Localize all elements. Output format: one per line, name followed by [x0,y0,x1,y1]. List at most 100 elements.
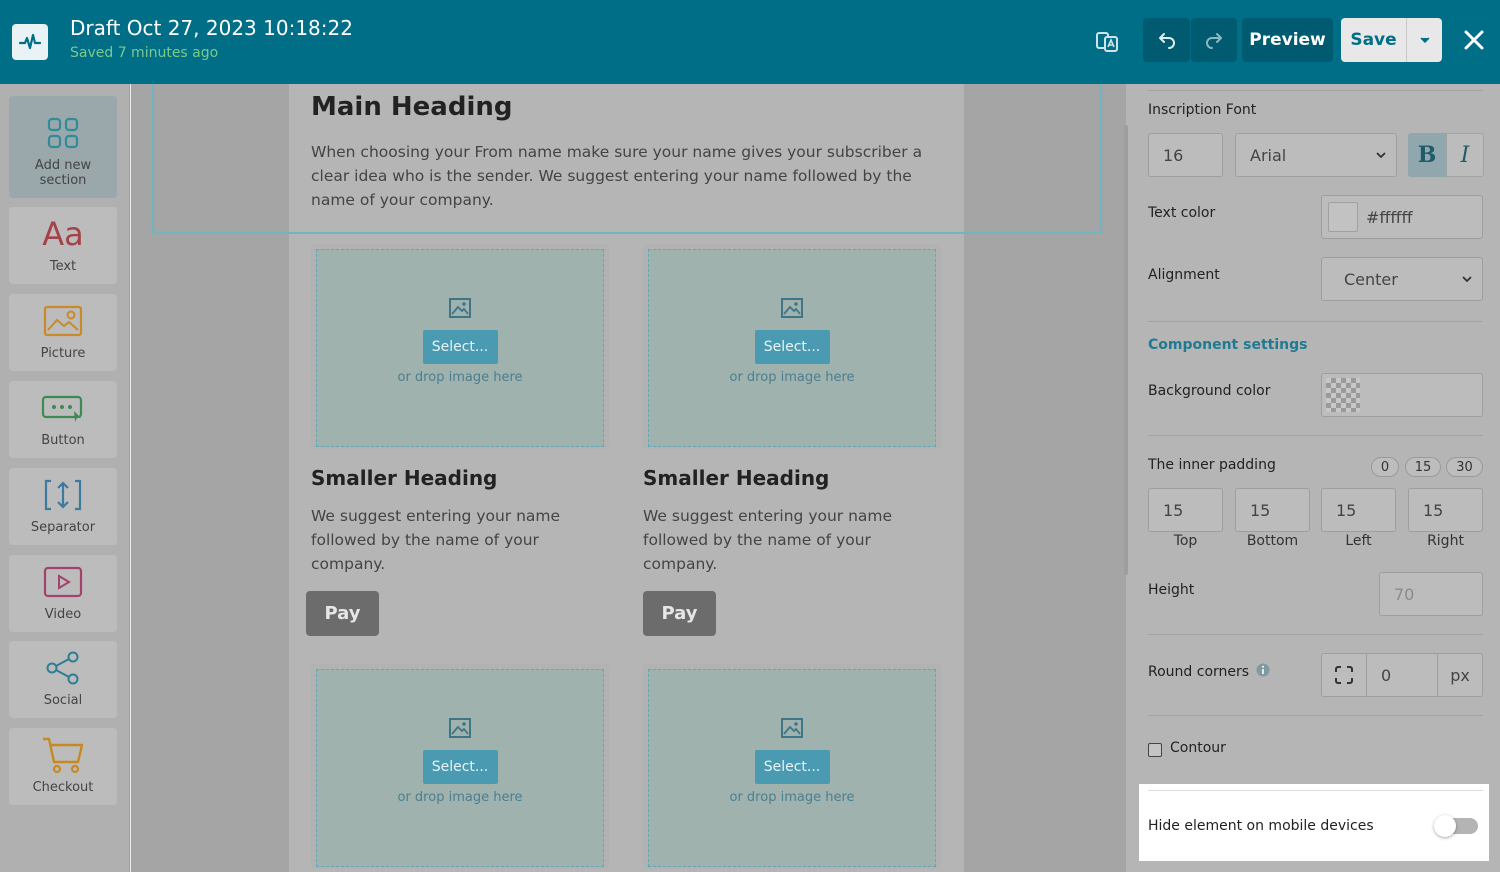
save-button[interactable]: Save [1341,18,1407,62]
image-placeholder[interactable]: Select... or drop image here [648,669,936,867]
sidebar-item-button[interactable]: Button [9,381,117,458]
translate-icon[interactable] [1094,28,1120,58]
padding-bottom-input[interactable]: 15 [1235,488,1310,532]
select-image-button[interactable]: Select... [422,750,498,784]
sidebar-item-label: Picture [40,346,86,361]
sidebar-item-label: Button [41,433,85,448]
alignment-select[interactable]: Center [1321,257,1483,301]
padding-preset-0[interactable]: 0 [1371,457,1399,477]
image-placeholder[interactable]: Select... or drop image here [648,249,936,447]
pay-button[interactable]: Pay [306,591,379,636]
background-color-picker[interactable] [1321,373,1483,417]
draft-title[interactable]: Draft Oct 27, 2023 10:18:22 [70,16,353,40]
redo-button[interactable] [1191,18,1237,62]
smaller-heading[interactable]: Smaller Heading [643,466,829,490]
smaller-heading[interactable]: Smaller Heading [311,466,497,490]
image-icon [781,298,803,318]
round-corners-input[interactable]: 0 [1367,666,1437,685]
divider [1148,90,1483,91]
font-family-select[interactable]: Arial [1235,133,1397,177]
font-size-input[interactable]: 16 [1148,133,1223,177]
transparent-swatch [1326,378,1360,412]
redo-icon [1206,33,1222,49]
padding-right-label: Right [1427,533,1464,549]
divider [1148,715,1483,716]
image-icon [781,718,803,738]
save-options-button[interactable] [1407,18,1442,62]
column-paragraph[interactable]: We suggest entering your name followed b… [643,504,943,576]
cart-icon [41,736,85,774]
panel-scrollbar[interactable] [1124,125,1128,575]
select-image-button[interactable]: Select... [754,750,830,784]
saved-status: Saved 7 minutes ago [70,45,219,61]
chevron-down-icon [1462,276,1472,282]
contour-label: Contour [1170,740,1226,756]
toggle-knob [1434,815,1456,837]
sidebar-item-social[interactable]: Social [9,641,117,718]
grid-icon [47,114,79,152]
round-corners-unit: px [1437,654,1482,696]
sidebar-item-label: Checkout [32,780,94,795]
sidebar-item-label: Video [44,607,82,622]
sidebar-item-add-section[interactable]: Add new section [9,96,117,198]
drop-image-hint: or drop image here [729,790,855,805]
padding-top-input[interactable]: 15 [1148,488,1223,532]
divider [1148,790,1483,791]
text-color-picker[interactable]: #ffffff [1321,195,1483,239]
blocks-sidebar: Add new section Aa Text Picture Button S… [0,84,130,872]
padding-left-label: Left [1345,533,1372,549]
contour-checkbox[interactable] [1148,743,1162,757]
image-placeholder[interactable]: Select... or drop image here [316,249,604,447]
italic-toggle[interactable]: I [1446,133,1484,177]
sidebar-item-text[interactable]: Aa Text [9,207,117,284]
hide-mobile-toggle[interactable] [1434,815,1478,837]
alignment-value: Center [1344,269,1398,289]
height-input[interactable]: 70 [1379,572,1483,616]
column-paragraph[interactable]: We suggest entering your name followed b… [311,504,611,576]
sidebar-item-checkout[interactable]: Checkout [9,728,117,805]
sidebar-item-label: Text [49,259,77,274]
main-paragraph[interactable]: When choosing your From name make sure y… [311,140,951,212]
undo-button[interactable] [1143,18,1190,62]
sidebar-item-label: Social [43,693,83,708]
image-placeholder[interactable]: Select... or drop image here [316,669,604,867]
padding-right-input[interactable]: 15 [1408,488,1483,532]
drop-image-hint: or drop image here [397,370,523,385]
padding-preset-15[interactable]: 15 [1405,457,1441,477]
hide-mobile-label: Hide element on mobile devices [1148,818,1374,834]
close-button[interactable] [1462,28,1486,56]
text-color-label: Text color [1148,205,1216,221]
top-bar: Draft Oct 27, 2023 10:18:22 Saved 7 minu… [0,0,1500,84]
inner-padding-label: The inner padding [1148,457,1276,473]
preview-button[interactable]: Preview [1242,18,1333,62]
pay-button[interactable]: Pay [643,591,716,636]
app-logo-icon[interactable] [12,24,48,60]
sidebar-item-picture[interactable]: Picture [9,294,117,371]
bold-toggle[interactable]: B [1408,133,1446,177]
round-corners-field: 0 px [1321,653,1483,697]
select-image-button[interactable]: Select... [754,330,830,364]
button-icon [41,389,85,427]
padding-left-input[interactable]: 15 [1321,488,1396,532]
sidebar-item-video[interactable]: Video [9,555,117,632]
padding-top-label: Top [1173,533,1198,549]
corners-icon[interactable] [1322,654,1367,696]
undo-icon [1158,33,1175,49]
text-color-value: #ffffff [1366,207,1413,227]
save-button-group: Save [1341,18,1442,62]
select-image-button[interactable]: Select... [422,330,498,364]
divider [1148,435,1483,436]
height-label: Height [1148,582,1195,598]
chevron-down-icon [1376,152,1386,158]
alignment-label: Alignment [1148,267,1220,283]
main-heading[interactable]: Main Heading [311,92,512,122]
color-swatch [1328,202,1358,232]
divider [1148,634,1483,635]
chevron-down-icon [1419,37,1430,43]
drop-image-hint: or drop image here [729,370,855,385]
sidebar-item-separator[interactable]: Separator [9,468,117,545]
sidebar-item-label: Add new section [34,158,92,188]
picture-icon [43,302,83,340]
info-icon[interactable] [1256,663,1270,677]
padding-preset-30[interactable]: 30 [1446,457,1483,477]
